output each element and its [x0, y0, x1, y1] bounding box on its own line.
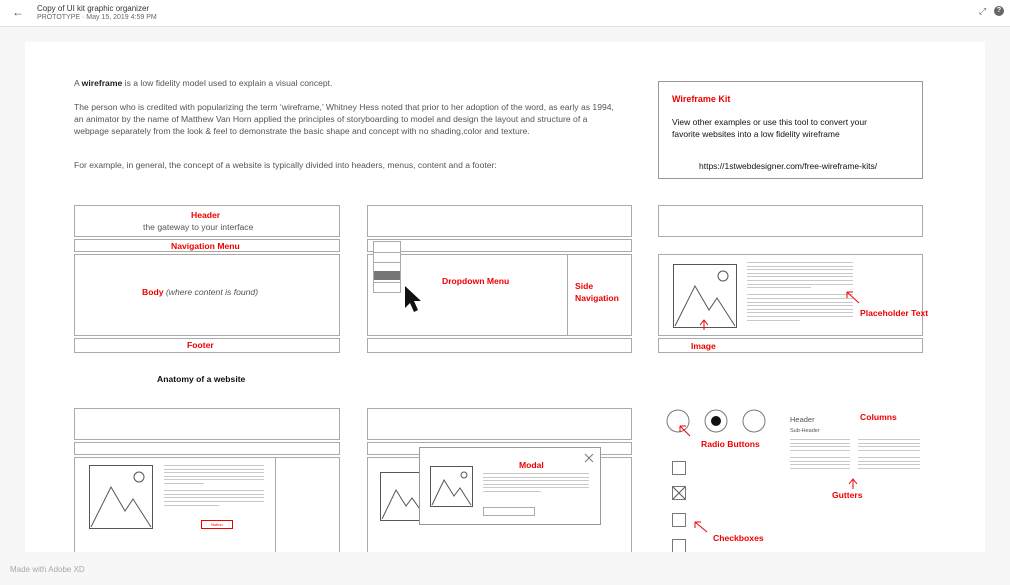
checkbox-checked: [672, 486, 686, 500]
header-sublabel: the gateway to your interface: [143, 222, 254, 232]
placeholder-text-lines: [483, 473, 589, 495]
pointer-arrow-icon: [699, 319, 709, 330]
modal-label: Modal: [519, 460, 544, 470]
document-title: Copy of UI kit graphic organizer: [37, 4, 150, 13]
kit-body: View other examples or use this tool to …: [672, 117, 867, 139]
anatomy-caption: Anatomy of a website: [157, 374, 246, 384]
column-header: Header: [790, 415, 815, 424]
help-icon[interactable]: ?: [994, 6, 1004, 16]
placeholder-text-lines: [164, 465, 264, 508]
header-block: [658, 205, 923, 237]
intro-paragraph-1: A wireframe is a low fidelity model used…: [74, 78, 333, 88]
dropdown-menu-label: Dropdown Menu: [442, 276, 510, 286]
checkboxes-label: Checkboxes: [713, 533, 764, 543]
pointer-arrow-icon: [848, 478, 858, 489]
image-placeholder-icon: [89, 465, 153, 529]
button-wireframe: Button: [201, 520, 233, 529]
image-label: Image: [691, 341, 716, 351]
checkbox-unchecked: [672, 539, 686, 552]
pointer-arrow-icon: [694, 521, 708, 533]
back-arrow-icon[interactable]: ←: [12, 5, 24, 19]
intro-paragraph-2: The person who is credited with populari…: [74, 102, 614, 136]
mouse-cursor-icon: [405, 286, 421, 312]
close-icon[interactable]: [584, 453, 594, 463]
body-label: Body (where content is found): [142, 287, 259, 297]
expand-icon[interactable]: ⤢: [979, 6, 986, 17]
side-nav-label: Side Navigation: [575, 281, 619, 303]
nav-menu-label: Navigation Menu: [171, 241, 240, 251]
side-nav-block: [275, 457, 340, 552]
intro-paragraph-3: For example, in general, the concept of …: [74, 160, 497, 170]
footer-label: Footer: [187, 340, 214, 350]
pointer-arrow-icon: [846, 291, 860, 304]
columns-label: Columns: [860, 412, 897, 422]
wireframe-kit-box: Wireframe Kit View other examples or use…: [658, 81, 923, 179]
header-block: [367, 408, 632, 440]
document-subtitle: PROTOTYPE · May 15, 2019 4:59 PM: [37, 14, 157, 21]
checkbox-unchecked: [672, 461, 686, 475]
checkbox-unchecked: [672, 513, 686, 527]
pointer-arrow-icon: [679, 425, 691, 437]
nav-menu-block: [367, 239, 632, 252]
footer-block: [367, 338, 632, 353]
kit-title: Wireframe Kit: [672, 94, 731, 104]
dropdown-menu-wireframe: [373, 241, 401, 293]
image-placeholder-icon: [430, 466, 473, 507]
modal-input-wireframe: [483, 507, 535, 516]
header-block: [74, 408, 340, 440]
nav-menu-block: [74, 442, 340, 455]
placeholder-text-lines: [747, 262, 853, 323]
header-block: [367, 205, 632, 237]
placeholder-text-label: Placeholder Text: [860, 308, 929, 318]
gutters-label: Gutters: [832, 490, 863, 500]
top-bar: ← Copy of UI kit graphic organizer PROTO…: [0, 0, 1010, 27]
made-with-credit: Made with Adobe XD: [10, 565, 85, 574]
header-label: Header: [191, 210, 221, 220]
radio-buttons-label: Radio Buttons: [701, 439, 760, 449]
column-text-lines: [790, 439, 850, 471]
artboard: A wireframe is a low fidelity model used…: [25, 42, 985, 552]
column-text-lines: [858, 439, 920, 471]
column-subheader: Sub-Header: [790, 428, 820, 434]
kit-link[interactable]: https://1stwebdesigner.com/free-wirefram…: [699, 161, 877, 171]
